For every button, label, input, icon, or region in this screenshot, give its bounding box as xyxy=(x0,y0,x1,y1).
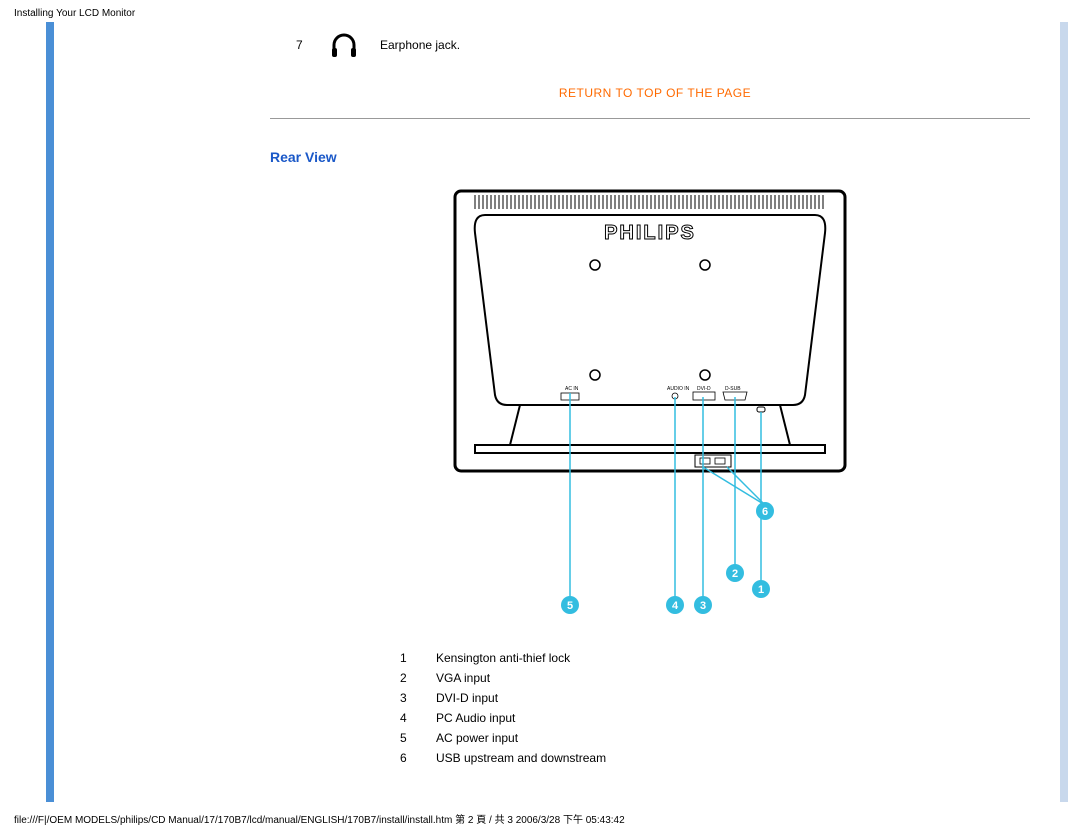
svg-text:6: 6 xyxy=(762,506,768,518)
list-item: 1 Kensington anti-thief lock xyxy=(400,648,1040,668)
list-item-number: 5 xyxy=(400,728,412,748)
rear-view-list: 1 Kensington anti-thief lock 2 VGA input 3… xyxy=(400,648,1040,768)
page-header: Installing Your LCD Monitor xyxy=(14,8,135,19)
svg-text:5: 5 xyxy=(567,600,573,612)
list-item-label: Kensington anti-thief lock xyxy=(436,648,570,668)
list-item-label: DVI-D input xyxy=(436,688,498,708)
list-item-number: 4 xyxy=(400,708,412,728)
svg-text:1: 1 xyxy=(758,584,764,596)
content: 7 Earphone jack. RETURN TO TOP OF THE PA… xyxy=(270,22,1040,768)
list-item-label: USB upstream and downstream xyxy=(436,748,606,768)
svg-text:4: 4 xyxy=(672,600,679,612)
return-to-top-link[interactable]: RETURN TO TOP OF THE PAGE xyxy=(559,86,751,100)
svg-text:AUDIO IN: AUDIO IN xyxy=(667,386,690,392)
footer-path: file:///F|/OEM MODELS/philips/CD Manual/… xyxy=(14,811,625,826)
list-item-label: PC Audio input xyxy=(436,708,515,728)
svg-text:D-SUB: D-SUB xyxy=(725,386,741,392)
list-item-label: AC power input xyxy=(436,728,518,748)
svg-text:2: 2 xyxy=(732,568,738,580)
rear-view-diagram: PHILIPS AC IN AUDIO IN DVI-D D-SUB xyxy=(270,185,1030,628)
svg-text:AC IN: AC IN xyxy=(565,386,579,392)
list-item: 2 VGA input xyxy=(400,668,1040,688)
front-item-label: Earphone jack. xyxy=(380,38,460,52)
svg-text:3: 3 xyxy=(700,600,706,612)
divider xyxy=(270,118,1030,119)
svg-text:PHILIPS: PHILIPS xyxy=(604,222,696,244)
list-item-number: 1 xyxy=(400,648,412,668)
list-item: 3 DVI-D input xyxy=(400,688,1040,708)
headphone-icon xyxy=(330,32,358,58)
left-decor-stripe xyxy=(46,22,54,802)
list-item-label: VGA input xyxy=(436,668,490,688)
section-heading-rear-view: Rear View xyxy=(270,149,1040,165)
svg-text:DVI-D: DVI-D xyxy=(697,386,711,392)
right-decor-stripe xyxy=(1060,22,1068,802)
list-item: 6 USB upstream and downstream xyxy=(400,748,1040,768)
return-to-top: RETURN TO TOP OF THE PAGE xyxy=(270,86,1040,100)
front-item-number: 7 xyxy=(296,38,308,52)
list-item: 4 PC Audio input xyxy=(400,708,1040,728)
list-item-number: 2 xyxy=(400,668,412,688)
list-item-number: 6 xyxy=(400,748,412,768)
list-item-number: 3 xyxy=(400,688,412,708)
list-item: 5 AC power input xyxy=(400,728,1040,748)
front-item-row: 7 Earphone jack. xyxy=(296,32,1040,58)
